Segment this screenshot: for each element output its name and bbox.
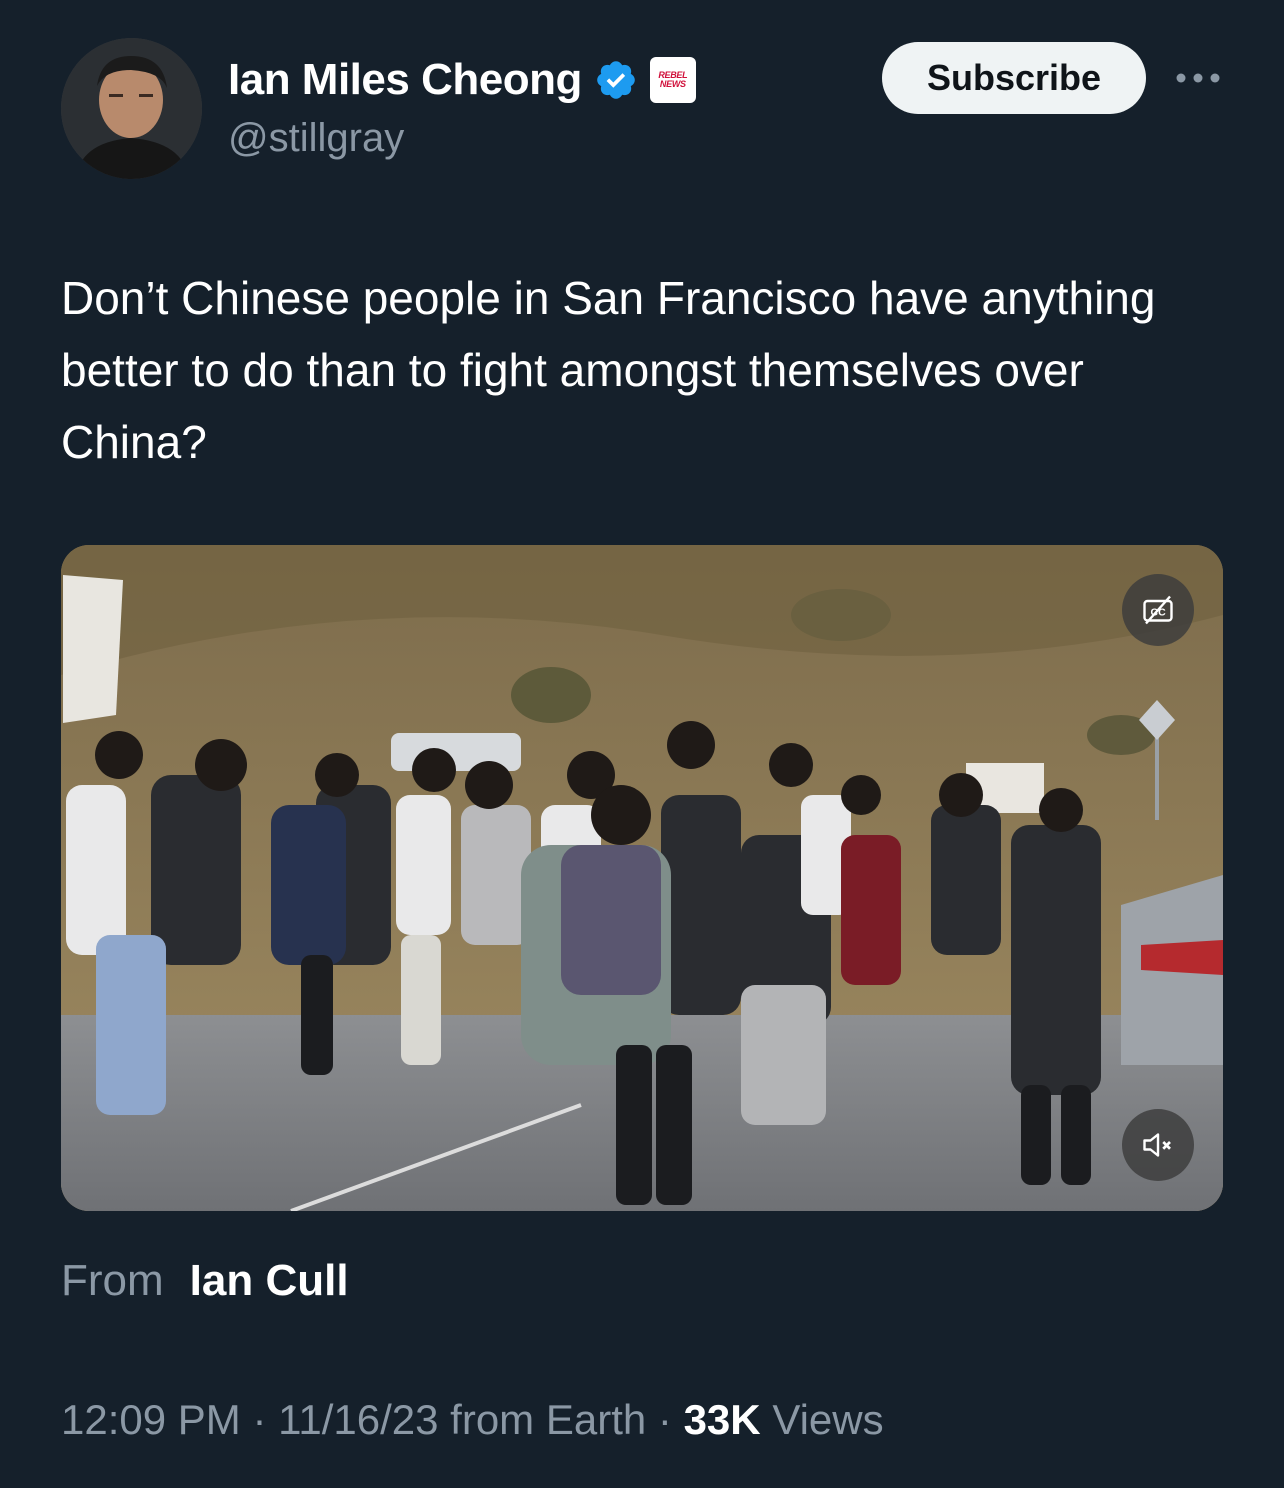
- from-label: From: [61, 1256, 164, 1305]
- more-icon: [1176, 73, 1220, 83]
- affiliate-badge-text-2: NEWS: [659, 79, 686, 89]
- video-frame: [61, 545, 1223, 1211]
- post-source: from Earth: [450, 1396, 647, 1443]
- post-date[interactable]: 11/16/23: [278, 1396, 438, 1443]
- post-time[interactable]: 12:09 PM: [61, 1396, 241, 1443]
- tweet-meta: 12:09 PM · 11/16/23 from Earth · 33K Vie…: [61, 1396, 884, 1444]
- handle[interactable]: @stillgray: [228, 116, 404, 161]
- views-count[interactable]: 33K: [684, 1396, 761, 1443]
- subscribe-button[interactable]: Subscribe: [882, 42, 1146, 114]
- more-options-button[interactable]: [1170, 58, 1226, 98]
- volume-muted-icon: [1143, 1133, 1171, 1157]
- author-name-row: Ian Miles Cheong REBEL NEWS: [228, 50, 696, 110]
- verified-badge-icon[interactable]: [594, 58, 638, 102]
- separator: ·: [657, 1396, 672, 1443]
- video-player[interactable]: CC: [61, 545, 1223, 1211]
- captions-off-icon: CC: [1143, 595, 1173, 625]
- captions-button[interactable]: CC: [1122, 574, 1194, 646]
- tweet-text: Don’t Chinese people in San Francisco ha…: [61, 272, 1156, 468]
- views-label: Views: [772, 1396, 884, 1443]
- mute-button[interactable]: [1122, 1109, 1194, 1181]
- separator: ·: [252, 1396, 267, 1443]
- display-name[interactable]: Ian Miles Cheong: [228, 55, 582, 105]
- from-author-link[interactable]: Ian Cull: [190, 1256, 349, 1305]
- avatar[interactable]: [61, 38, 202, 179]
- affiliate-badge[interactable]: REBEL NEWS: [649, 57, 696, 103]
- media-attribution: From Ian Cull: [61, 1256, 349, 1306]
